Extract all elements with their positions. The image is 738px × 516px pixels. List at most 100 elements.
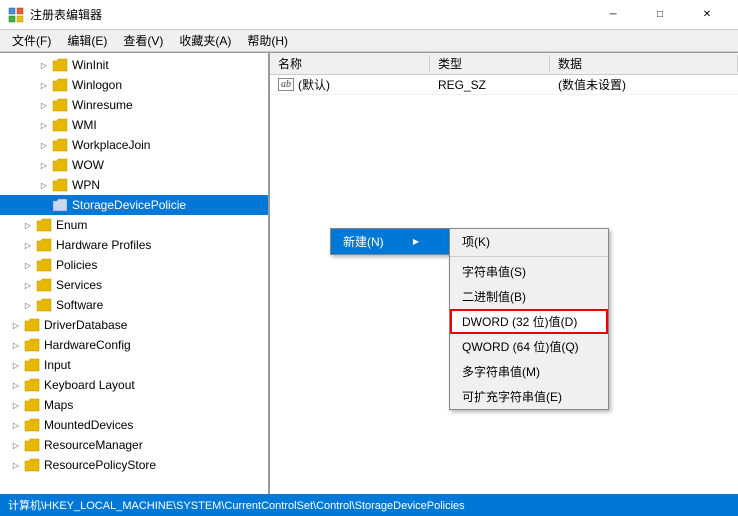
expand-arrow: ▷	[36, 177, 52, 193]
folder-icon	[36, 218, 52, 232]
menu-favorites[interactable]: 收藏夹(A)	[171, 30, 239, 51]
minimize-button[interactable]: ─	[590, 0, 636, 30]
folder-icon	[52, 158, 68, 172]
submenu-item-key[interactable]: 项(K)	[450, 229, 608, 254]
tree-item-wininit[interactable]: ▷ WinInit	[0, 55, 268, 75]
folder-icon	[24, 318, 40, 332]
submenu-item-qword[interactable]: QWORD (64 位)值(Q)	[450, 334, 608, 359]
tree-label: Services	[56, 278, 102, 292]
expand-arrow: ▷	[36, 137, 52, 153]
tree-item-winlogon[interactable]: ▷ Winlogon	[0, 75, 268, 95]
tree-item-wmi[interactable]: ▷ WMI	[0, 115, 268, 135]
tree-item-input[interactable]: ▷ Input	[0, 355, 268, 375]
tree-label: WinInit	[72, 58, 109, 72]
tree-item-policies[interactable]: ▷ Policies	[0, 255, 268, 275]
app-icon	[8, 7, 24, 23]
status-text: 计算机\HKEY_LOCAL_MACHINE\SYSTEM\CurrentCon…	[8, 497, 465, 513]
tree-item-driverdatabase[interactable]: ▷ DriverDatabase	[0, 315, 268, 335]
folder-icon	[24, 398, 40, 412]
close-button[interactable]: ✕	[684, 0, 730, 30]
folder-icon	[52, 118, 68, 132]
tree-label: HardwareConfig	[44, 338, 131, 352]
folder-icon	[52, 138, 68, 152]
context-menu-main: 新建(N) ▶	[330, 228, 450, 255]
expand-arrow: ▷	[36, 57, 52, 73]
folder-icon	[24, 438, 40, 452]
submenu-item-expandstring[interactable]: 可扩充字符串值(E)	[450, 384, 608, 409]
tree-item-winresume[interactable]: ▷ Winresume	[0, 95, 268, 115]
submenu-arrow: ▶	[413, 237, 419, 246]
tree-item-mounteddevices[interactable]: ▷ MountedDevices	[0, 415, 268, 435]
tree-item-resourcepolicystore[interactable]: ▷ ResourcePolicyStore	[0, 455, 268, 475]
folder-icon	[36, 298, 52, 312]
tree-item-hardware-profiles[interactable]: ▷ Hardware Profiles	[0, 235, 268, 255]
context-menu-new[interactable]: 新建(N) ▶	[331, 229, 449, 254]
expand-arrow: ▷	[20, 277, 36, 293]
expand-arrow: ▷	[20, 217, 36, 233]
expand-arrow: ▷	[36, 77, 52, 93]
expand-arrow: ▷	[20, 297, 36, 313]
tree-item-storagedevice[interactable]: StorageDevicePolicie	[0, 195, 268, 215]
expand-arrow: ▷	[8, 317, 24, 333]
maximize-button[interactable]: □	[637, 0, 683, 30]
folder-icon	[24, 338, 40, 352]
tree-item-keyboard-layout[interactable]: ▷ Keyboard Layout	[0, 375, 268, 395]
tree-label: WMI	[72, 118, 97, 132]
menu-help[interactable]: 帮助(H)	[239, 30, 296, 51]
tree-label: Enum	[56, 218, 87, 232]
window-title: 注册表编辑器	[30, 6, 590, 23]
col-header-type: 类型	[430, 55, 550, 72]
submenu-item-string[interactable]: 字符串值(S)	[450, 259, 608, 284]
menu-edit[interactable]: 编辑(E)	[59, 30, 115, 51]
folder-icon	[24, 418, 40, 432]
expand-arrow: ▷	[8, 357, 24, 373]
expand-arrow: ▷	[20, 237, 36, 253]
ab-icon: ab	[278, 78, 294, 91]
tree-label: MountedDevices	[44, 418, 133, 432]
expand-arrow: ▷	[8, 377, 24, 393]
menu-bar: 文件(F) 编辑(E) 查看(V) 收藏夹(A) 帮助(H)	[0, 30, 738, 52]
tree-item-workplacejoin[interactable]: ▷ WorkplaceJoin	[0, 135, 268, 155]
tree-item-software[interactable]: ▷ Software	[0, 295, 268, 315]
tree-label: Hardware Profiles	[56, 238, 151, 252]
tree-label: ResourceManager	[44, 438, 143, 452]
tree-item-services[interactable]: ▷ Services	[0, 275, 268, 295]
tree-label: Keyboard Layout	[44, 378, 135, 392]
folder-icon	[36, 278, 52, 292]
registry-tree[interactable]: ▷ WinInit ▷ Winlogon ▷ Winresume ▷	[0, 53, 270, 494]
menu-file[interactable]: 文件(F)	[4, 30, 59, 51]
tree-label: ResourcePolicyStore	[44, 458, 156, 472]
menu-view[interactable]: 查看(V)	[115, 30, 171, 51]
submenu-item-dword[interactable]: DWORD (32 位)值(D)	[450, 309, 608, 334]
col-header-name: 名称	[270, 55, 430, 72]
tree-label: Policies	[56, 258, 97, 272]
expand-arrow: ▷	[20, 257, 36, 273]
col-header-data: 数据	[550, 55, 738, 72]
tree-item-hardwareconfig[interactable]: ▷ HardwareConfig	[0, 335, 268, 355]
expand-arrow: ▷	[8, 437, 24, 453]
tree-label: DriverDatabase	[44, 318, 127, 332]
expand-arrow: ▷	[8, 337, 24, 353]
tree-label: WPN	[72, 178, 100, 192]
cell-type: REG_SZ	[430, 78, 550, 92]
tree-item-enum[interactable]: ▷ Enum	[0, 215, 268, 235]
expand-arrow: ▷	[8, 457, 24, 473]
tree-label: Software	[56, 298, 103, 312]
tree-label: Input	[44, 358, 71, 372]
tree-item-wpn[interactable]: ▷ WPN	[0, 175, 268, 195]
expand-arrow: ▷	[8, 397, 24, 413]
table-header: 名称 类型 数据	[270, 53, 738, 75]
expand-arrow: ▷	[36, 117, 52, 133]
tree-item-resourcemanager[interactable]: ▷ ResourceManager	[0, 435, 268, 455]
table-row[interactable]: ab (默认) REG_SZ (数值未设置)	[270, 75, 738, 95]
expand-arrow	[36, 197, 52, 213]
submenu-item-multistring[interactable]: 多字符串值(M)	[450, 359, 608, 384]
folder-icon	[24, 378, 40, 392]
folder-icon	[52, 58, 68, 72]
expand-arrow: ▷	[8, 417, 24, 433]
folder-icon	[36, 238, 52, 252]
tree-item-wow[interactable]: ▷ WOW	[0, 155, 268, 175]
submenu-item-binary[interactable]: 二进制值(B)	[450, 284, 608, 309]
context-menu: 新建(N) ▶ 项(K) 字符串值(S) 二进制值(B)	[330, 228, 450, 255]
tree-item-maps[interactable]: ▷ Maps	[0, 395, 268, 415]
